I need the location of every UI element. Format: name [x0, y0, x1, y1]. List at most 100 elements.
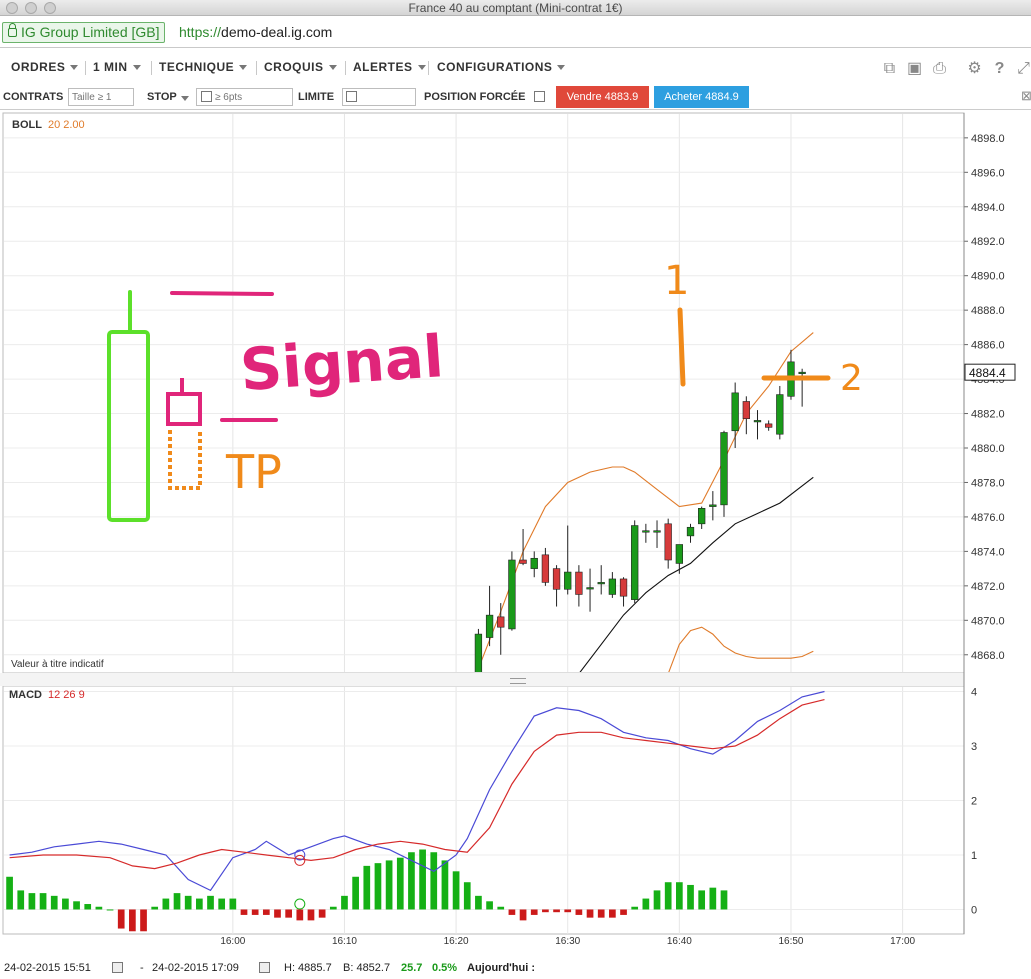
layers-icon[interactable]: ⧉: [881, 60, 898, 77]
y-tick-label: 4878.0: [971, 477, 1005, 489]
y-tick-label: 4894.0: [971, 202, 1005, 214]
image-icon[interactable]: ▣: [906, 60, 923, 77]
menu-croquis[interactable]: CROQUIS: [264, 60, 337, 74]
menu-configurations[interactable]: CONFIGURATIONS: [437, 60, 566, 74]
macd-histogram-bar: [73, 901, 80, 910]
candle-body: [742, 401, 750, 420]
macd-histogram-bar: [39, 893, 47, 910]
macd-histogram-bar: [486, 901, 493, 910]
address-bar[interactable]: IG Group Limited [GB] https://demo-deal.…: [0, 18, 1031, 48]
candle-body: [686, 526, 695, 537]
x-tick-label: 16:00: [220, 936, 245, 947]
macd-pane-frame: [2, 685, 965, 935]
print-icon[interactable]: ⎙: [931, 60, 948, 77]
macd-histogram-bar: [620, 909, 627, 915]
calendar-icon[interactable]: [259, 962, 270, 973]
url-host: demo-deal.ig.com: [221, 24, 333, 40]
candle-body: [642, 530, 650, 533]
status-bar: 24-02-2015 15:51 - 24-02-2015 17:09 H: 4…: [0, 958, 1031, 979]
forced-position-checkbox[interactable]: [534, 91, 545, 102]
chevron-down-icon: [70, 65, 79, 71]
macd-histogram-bar: [106, 909, 114, 911]
macd-histogram-bar: [50, 895, 58, 910]
chart-canvas[interactable]: 16:00 16:10 16:20 16:30 16:40 16:50 17:00 4868.…: [0, 112, 1031, 958]
macd-params: 12 26 9: [48, 689, 85, 701]
macd-histogram-bar: [631, 906, 639, 910]
contracts-field[interactable]: [68, 88, 134, 106]
collapse-icon[interactable]: ⊠: [1018, 87, 1031, 104]
macd-histogram-bar: [396, 857, 404, 910]
change-value: 25.7: [401, 962, 423, 974]
menu-ordres[interactable]: ORDRES: [11, 60, 79, 74]
y-tick-label: 2: [971, 795, 977, 807]
x-tick-label: 17:00: [890, 936, 915, 947]
menu-interval[interactable]: 1 MIN: [93, 60, 141, 74]
macd-histogram-bar: [519, 909, 527, 921]
annotation-signal-label: Signal: [238, 322, 446, 404]
to-date: 24-02-2015 17:09: [152, 962, 239, 974]
macd-histogram-bar: [553, 909, 560, 913]
candle-body: [753, 420, 762, 423]
menu-technique[interactable]: TECHNIQUE: [159, 60, 248, 74]
candle-body: [798, 371, 806, 374]
gear-icon[interactable]: ⚙: [966, 60, 983, 77]
candle-body: [675, 544, 683, 564]
macd-histogram-bar: [162, 898, 170, 910]
macd-histogram-bar: [597, 909, 605, 918]
boll-indicator-label[interactable]: BOLL 20 2.00: [12, 119, 85, 131]
macd-histogram-bar: [274, 909, 281, 918]
macd-indicator-label[interactable]: MACD 12 26 9: [9, 689, 85, 701]
limit-checkbox[interactable]: [346, 91, 357, 102]
menu-alertes[interactable]: ALERTES: [353, 60, 426, 74]
macd-histogram-bar: [251, 909, 259, 915]
macd-histogram-bar: [452, 871, 460, 910]
annotation-one-label: 1: [664, 258, 689, 304]
chart-menubar: ORDRES 1 MIN TECHNIQUE CROQUIS ALERTES C…: [0, 52, 1031, 82]
stop-checkbox[interactable]: [201, 91, 212, 102]
today-label: Aujourd'hui :: [467, 962, 535, 974]
x-tick-label: 16:50: [778, 936, 803, 947]
y-tick-label: 4: [971, 686, 977, 698]
expand-icon[interactable]: ⤢: [1015, 60, 1031, 77]
y-tick-label: 0: [971, 904, 977, 916]
chart-area[interactable]: 16:00 16:10 16:20 16:30 16:40 16:50 17:00 4868.…: [0, 112, 1031, 979]
pane-resize-handle[interactable]: [510, 678, 526, 684]
url-text[interactable]: https://demo-deal.ig.com: [179, 24, 332, 40]
candle-body: [485, 614, 494, 638]
candle-body: [631, 525, 639, 600]
macd-histogram-bar: [419, 849, 426, 910]
chevron-down-icon: [328, 65, 337, 71]
current-price-label: 4884.4: [969, 366, 1006, 380]
macd-histogram-bar: [374, 863, 382, 910]
limit-label: LIMITE: [298, 91, 335, 103]
macd-histogram-bar: [542, 909, 549, 913]
macd-histogram-bar: [698, 890, 706, 910]
chevron-down-icon[interactable]: [181, 96, 189, 101]
candle-body: [597, 582, 605, 585]
y-tick-label: 4888.0: [971, 305, 1005, 317]
candle-body: [519, 559, 527, 564]
macd-histogram-bar: [720, 890, 728, 910]
candle-body: [664, 523, 672, 561]
macd-histogram-bar: [140, 909, 147, 932]
lock-icon: [8, 23, 17, 37]
site-identity-badge[interactable]: IG Group Limited [GB]: [2, 22, 165, 43]
candle-body: [608, 578, 617, 595]
menu-divider: [85, 61, 86, 75]
macd-histogram-bar: [173, 893, 181, 910]
deal-ticket-bar: CONTRATS STOP LIMITE POSITION FORCÉE Ven…: [0, 84, 1031, 110]
sell-button[interactable]: Vendre 4883.9: [556, 86, 649, 108]
window-titlebar: France 40 au comptant (Mini-contrat 1€): [0, 0, 1031, 16]
macd-histogram-bar: [475, 895, 482, 910]
window-title: France 40 au comptant (Mini-contrat 1€): [408, 1, 623, 15]
macd-histogram-bar: [307, 909, 315, 921]
macd-histogram-bar: [62, 898, 69, 910]
x-tick-label: 16:20: [444, 936, 469, 947]
macd-histogram-bar: [664, 882, 672, 910]
calendar-icon[interactable]: [112, 962, 123, 973]
macd-histogram-bar: [296, 909, 304, 921]
help-icon[interactable]: ?: [991, 60, 1008, 77]
site-identity-label: IG Group Limited [GB]: [21, 24, 160, 40]
macd-histogram-bar: [285, 909, 292, 918]
buy-button[interactable]: Acheter 4884.9: [654, 86, 749, 108]
